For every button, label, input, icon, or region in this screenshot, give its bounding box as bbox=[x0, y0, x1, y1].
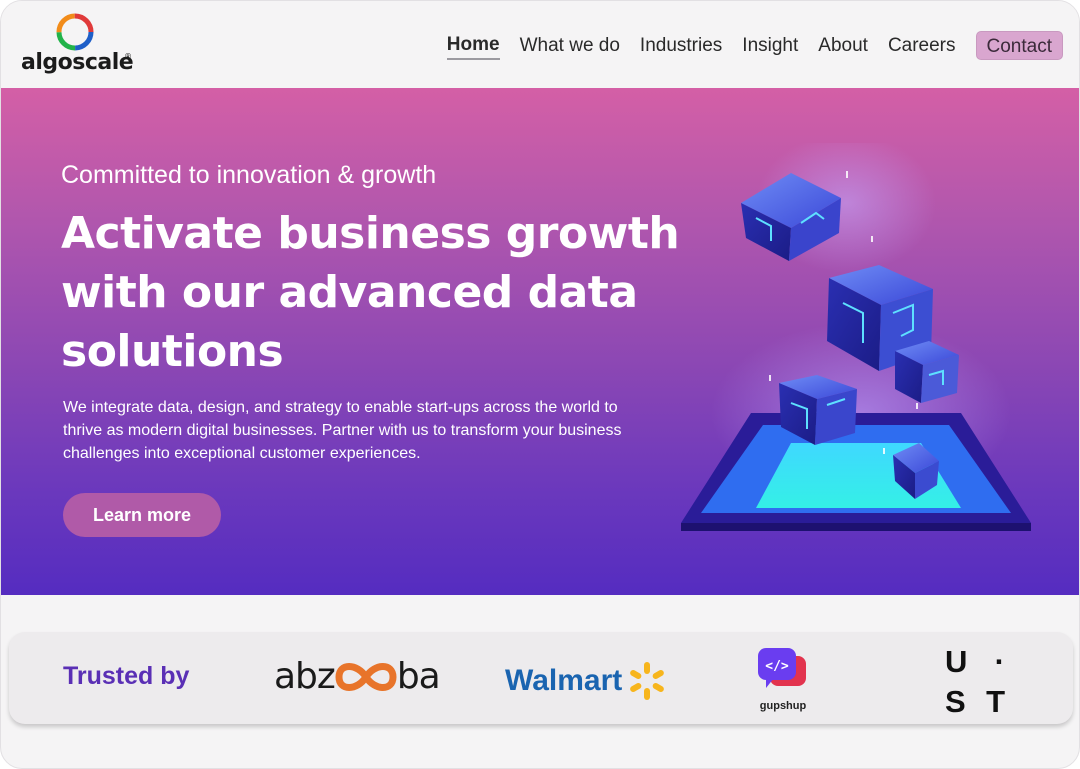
data-cubes-illustration bbox=[681, 143, 1031, 531]
gupshup-logo: </> gupshup bbox=[755, 646, 811, 712]
hero-description: We integrate data, design, and strategy … bbox=[63, 399, 622, 462]
trusted-by-bar: Trusted by abz ba Walmart </> gupshup U … bbox=[9, 632, 1073, 724]
walmart-spark-icon bbox=[630, 662, 665, 700]
algoscale-logo[interactable]: algoscale ® bbox=[21, 10, 141, 80]
site-header: algoscale ® Home What we do Industries I… bbox=[1, 1, 1079, 88]
walmart-logo: Walmart bbox=[505, 660, 668, 702]
ust-logo: U · S T bbox=[945, 642, 1005, 722]
ust-dot: · bbox=[994, 644, 1005, 679]
gupshup-chat-icon: </> bbox=[758, 648, 806, 688]
learn-more-button[interactable]: Learn more bbox=[63, 493, 221, 537]
nav-what-we-do[interactable]: What we do bbox=[520, 31, 620, 60]
logo-ring-icon bbox=[56, 13, 94, 51]
ust-letter-u: U bbox=[945, 644, 968, 679]
nav-home[interactable]: Home bbox=[446, 31, 500, 60]
abzooba-infinity-icon bbox=[335, 662, 397, 691]
svg-text:</>: </> bbox=[765, 659, 789, 674]
main-nav: Home What we do Industries Insight About… bbox=[427, 31, 1063, 60]
registered-mark: ® bbox=[124, 52, 132, 61]
hero-title: Activate business growth with our advanc… bbox=[61, 208, 680, 377]
nav-contact-button[interactable]: Contact bbox=[975, 31, 1063, 60]
nav-insight[interactable]: Insight bbox=[742, 31, 798, 60]
nav-about[interactable]: About bbox=[818, 31, 868, 60]
abzooba-logo: abz ba bbox=[274, 656, 441, 697]
walmart-wordmark: Walmart bbox=[505, 664, 623, 697]
ust-letter-s: S bbox=[945, 684, 966, 719]
abzooba-text-left: abz bbox=[274, 656, 336, 697]
hero-kicker: Committed to innovation & growth bbox=[61, 161, 437, 189]
hero-section: Committed to innovation & growth Activat… bbox=[1, 88, 1079, 595]
trusted-by-label: Trusted by bbox=[63, 662, 190, 690]
logo-wordmark: algoscale bbox=[21, 50, 134, 75]
gupshup-wordmark: gupshup bbox=[759, 700, 807, 712]
nav-industries[interactable]: Industries bbox=[640, 31, 722, 60]
nav-careers[interactable]: Careers bbox=[888, 31, 956, 60]
page-frame: algoscale ® Home What we do Industries I… bbox=[0, 0, 1080, 769]
abzooba-text-right: ba bbox=[396, 656, 441, 697]
ust-letter-t: T bbox=[986, 684, 1005, 719]
